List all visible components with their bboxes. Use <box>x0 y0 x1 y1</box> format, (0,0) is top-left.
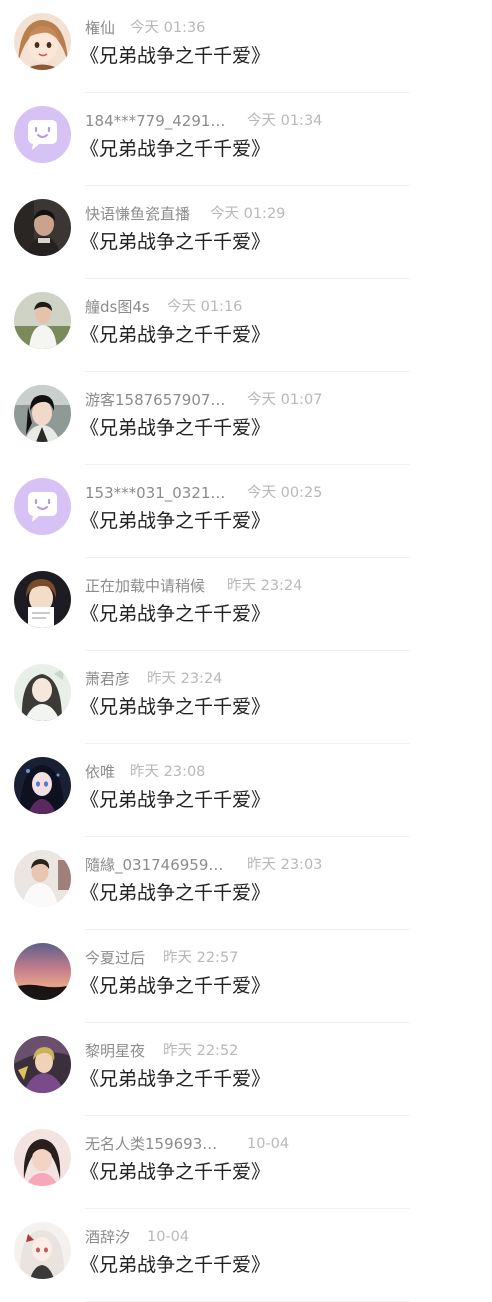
man-photo-avatar <box>14 292 71 349</box>
avatar[interactable] <box>14 571 71 628</box>
item-meta: 酒辞汐 10-04 <box>85 1226 189 1248</box>
avatar[interactable] <box>14 13 71 70</box>
avatar[interactable] <box>14 478 71 535</box>
list-item[interactable]: 184***779_4291… 今天 01:34 《兄弟战争之千千爱》 <box>0 93 492 186</box>
list-item[interactable]: 黎明星夜 昨天 22:52 《兄弟战争之千千爱》 <box>0 1023 492 1116</box>
username[interactable]: 无名人类159693… <box>85 1135 217 1153</box>
comment-list: 権仙 今天 01:36 《兄弟战争之千千爱》 184***779_4291… 今… <box>0 0 492 1302</box>
list-item[interactable]: 隨緣_031746959… 昨天 23:03 《兄弟战争之千千爱》 <box>0 837 492 930</box>
chat-bubble-icon <box>14 478 71 535</box>
ancient-style-avatar <box>14 664 71 721</box>
comment-text[interactable]: 《兄弟战争之千千爱》 <box>80 321 270 349</box>
comment-text[interactable]: 《兄弟战争之千千爱》 <box>80 135 270 163</box>
username[interactable]: 艟ds图4s <box>85 298 150 316</box>
fantasy-art-avatar <box>14 1036 71 1093</box>
timestamp: 今天 01:16 <box>167 299 243 315</box>
username[interactable]: 黎明星夜 <box>85 1042 145 1060</box>
item-meta: 游客1587657907… 今天 01:07 <box>85 389 322 411</box>
dark-portrait-avatar <box>14 199 71 256</box>
item-meta: 184***779_4291… 今天 01:34 <box>85 110 322 132</box>
username[interactable]: 153***031_0321… <box>85 484 225 502</box>
avatar[interactable] <box>14 757 71 814</box>
comment-text[interactable]: 《兄弟战争之千千爱》 <box>80 42 270 70</box>
timestamp: 10-04 <box>147 1229 190 1245</box>
anime-girl-avatar <box>14 13 71 70</box>
girl-photo-avatar <box>14 1129 71 1186</box>
comment-text[interactable]: 《兄弟战争之千千爱》 <box>80 693 270 721</box>
item-meta: 黎明星夜 昨天 22:52 <box>85 1040 238 1062</box>
list-item[interactable]: 艟ds图4s 今天 01:16 《兄弟战争之千千爱》 <box>0 279 492 372</box>
avatar[interactable] <box>14 943 71 1000</box>
username[interactable]: 快语慊鱼瓷直播 <box>85 205 190 223</box>
timestamp: 今天 01:34 <box>247 113 323 129</box>
comment-text[interactable]: 《兄弟战争之千千爱》 <box>80 786 270 814</box>
anime-dark-avatar <box>14 757 71 814</box>
list-item[interactable]: 正在加载中请稍候 昨天 23:24 《兄弟战争之千千爱》 <box>0 558 492 651</box>
avatar[interactable] <box>14 106 71 163</box>
username[interactable]: 権仙 <box>85 19 115 37</box>
sunset-sky-avatar <box>14 943 71 1000</box>
avatar[interactable] <box>14 292 71 349</box>
timestamp: 昨天 23:08 <box>130 764 206 780</box>
comment-text[interactable]: 《兄弟战争之千千爱》 <box>80 1251 270 1279</box>
item-meta: 无名人类159693… 10-04 <box>85 1133 289 1155</box>
list-item[interactable]: 今夏过后 昨天 22:57 《兄弟战争之千千爱》 <box>0 930 492 1023</box>
item-meta: 正在加载中请稍候 昨天 23:24 <box>85 575 302 597</box>
list-item[interactable]: 依唯 昨天 23:08 《兄弟战争之千千爱》 <box>0 744 492 837</box>
list-item[interactable]: 権仙 今天 01:36 《兄弟战争之千千爱》 <box>0 0 492 93</box>
timestamp: 10-04 <box>247 1136 290 1152</box>
comment-text[interactable]: 《兄弟战争之千千爱》 <box>80 228 270 256</box>
timestamp: 今天 00:25 <box>247 485 323 501</box>
list-item[interactable]: 萧君彦 昨天 23:24 《兄弟战争之千千爱》 <box>0 651 492 744</box>
list-item[interactable]: 153***031_0321… 今天 00:25 《兄弟战争之千千爱》 <box>0 465 492 558</box>
comment-text[interactable]: 《兄弟战争之千千爱》 <box>80 879 270 907</box>
username[interactable]: 今夏过后 <box>85 949 145 967</box>
comment-text[interactable]: 《兄弟战争之千千爱》 <box>80 507 270 535</box>
item-meta: 153***031_0321… 今天 00:25 <box>85 482 322 504</box>
timestamp: 昨天 23:03 <box>247 857 323 873</box>
avatar[interactable] <box>14 1222 71 1279</box>
item-meta: 今夏过后 昨天 22:57 <box>85 947 238 969</box>
anime-boy-avatar <box>14 571 71 628</box>
avatar[interactable] <box>14 1129 71 1186</box>
list-item[interactable]: 快语慊鱼瓷直播 今天 01:29 《兄弟战争之千千爱》 <box>0 186 492 279</box>
username[interactable]: 184***779_4291… <box>85 112 225 130</box>
list-item[interactable]: 无名人类159693… 10-04 《兄弟战争之千千爱》 <box>0 1116 492 1209</box>
timestamp: 今天 01:36 <box>130 20 206 36</box>
item-meta: 快语慊鱼瓷直播 今天 01:29 <box>85 203 285 225</box>
username[interactable]: 正在加载中请稍候 <box>85 577 205 595</box>
avatar[interactable] <box>14 199 71 256</box>
avatar[interactable] <box>14 385 71 442</box>
comment-text[interactable]: 《兄弟战争之千千爱》 <box>80 414 270 442</box>
item-meta: 依唯 昨天 23:08 <box>85 761 205 783</box>
username[interactable]: 酒辞汐 <box>85 1228 130 1246</box>
comment-text[interactable]: 《兄弟战争之千千爱》 <box>80 972 270 1000</box>
item-meta: 隨緣_031746959… 昨天 23:03 <box>85 854 322 876</box>
drama-actor-avatar <box>14 385 71 442</box>
timestamp: 昨天 22:52 <box>163 1043 239 1059</box>
timestamp: 昨天 23:24 <box>227 578 303 594</box>
comment-text[interactable]: 《兄弟战争之千千爱》 <box>80 600 270 628</box>
item-meta: 権仙 今天 01:36 <box>85 17 205 39</box>
chat-bubble-icon <box>14 106 71 163</box>
timestamp: 昨天 23:24 <box>147 671 223 687</box>
timestamp: 今天 01:07 <box>247 392 323 408</box>
username[interactable]: 游客1587657907… <box>85 391 225 409</box>
man-white-shirt-avatar <box>14 850 71 907</box>
timestamp: 昨天 22:57 <box>163 950 239 966</box>
username[interactable]: 依唯 <box>85 763 115 781</box>
anime-white-hair-avatar <box>14 1222 71 1279</box>
username[interactable]: 隨緣_031746959… <box>85 856 223 874</box>
item-meta: 萧君彦 昨天 23:24 <box>85 668 222 690</box>
comment-text[interactable]: 《兄弟战争之千千爱》 <box>80 1158 270 1186</box>
avatar[interactable] <box>14 850 71 907</box>
avatar[interactable] <box>14 664 71 721</box>
comment-text[interactable]: 《兄弟战争之千千爱》 <box>80 1065 270 1093</box>
list-item[interactable]: 游客1587657907… 今天 01:07 《兄弟战争之千千爱》 <box>0 372 492 465</box>
username[interactable]: 萧君彦 <box>85 670 130 688</box>
timestamp: 今天 01:29 <box>210 206 286 222</box>
item-meta: 艟ds图4s 今天 01:16 <box>85 296 242 318</box>
avatar[interactable] <box>14 1036 71 1093</box>
list-item[interactable]: 酒辞汐 10-04 《兄弟战争之千千爱》 <box>0 1209 492 1302</box>
